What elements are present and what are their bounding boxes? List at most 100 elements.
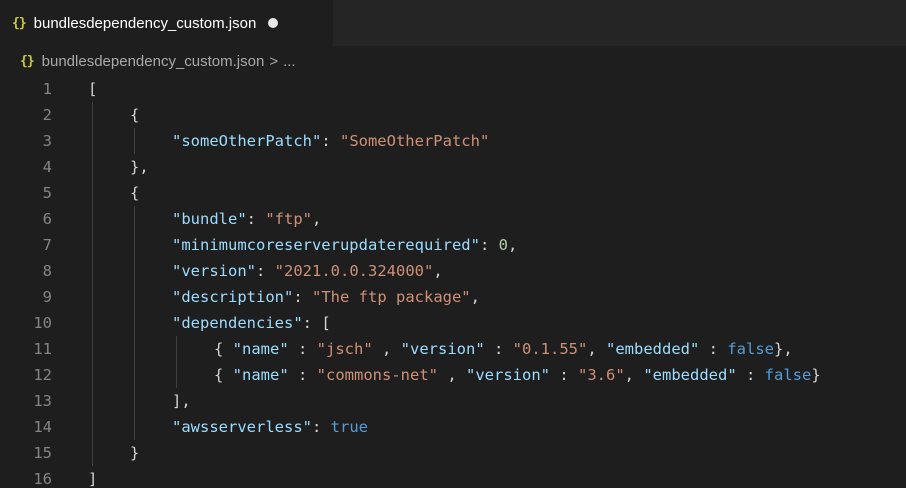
code-token: "The ftp package" <box>312 288 471 306</box>
code-token: : <box>321 132 340 150</box>
line-number: 8 <box>42 262 52 280</box>
line-number: 5 <box>42 184 52 202</box>
code-token: } <box>811 366 821 384</box>
code-token: { <box>214 340 233 358</box>
line-number: 15 <box>33 444 52 462</box>
code-line[interactable]: 16] <box>0 466 906 488</box>
indent-guide <box>134 128 135 154</box>
code-token: : <box>550 366 578 384</box>
code-token: [ <box>88 80 98 98</box>
line-number: 10 <box>33 314 52 332</box>
code-text: }, <box>130 154 149 180</box>
code-token: ], <box>172 392 191 410</box>
unsaved-changes-dot[interactable] <box>268 18 279 28</box>
code-token: "embedded" <box>643 366 737 384</box>
indent-guide <box>176 336 177 388</box>
code-token: : <box>311 418 331 436</box>
code-token: : <box>479 236 499 254</box>
code-token: "ftp" <box>265 210 312 228</box>
code-text: [ <box>88 76 97 102</box>
code-token: "jsch" <box>316 340 373 358</box>
code-token: "name" <box>232 366 289 384</box>
code-token: : [ <box>302 314 331 332</box>
code-token: { <box>130 106 140 124</box>
code-token: }, <box>774 340 793 358</box>
code-token: "description" <box>172 288 294 306</box>
code-line[interactable]: 6 "bundle": "ftp", <box>0 206 906 232</box>
breadcrumb-separator: > <box>269 52 279 70</box>
code-token: "3.6" <box>578 366 625 384</box>
code-token: "embedded" <box>606 340 700 358</box>
code-token: }, <box>130 158 149 176</box>
code-text: "dependencies": [ <box>172 310 331 336</box>
json-icon: {} <box>12 15 27 31</box>
code-token: "someOtherPatch" <box>172 132 322 150</box>
code-token: "version" <box>172 262 256 280</box>
code-text: "awsserverless": true <box>172 414 368 440</box>
code-line[interactable]: 13], <box>0 388 906 414</box>
code-line[interactable]: 2{ <box>0 102 906 128</box>
code-text: ] <box>88 466 97 488</box>
code-token: : <box>288 340 317 358</box>
code-text: } <box>130 440 139 466</box>
code-token: "2021.0.0.324000" <box>274 262 434 280</box>
code-line[interactable]: 10 "dependencies": [ <box>0 310 906 336</box>
code-token: "minimumcoreserverupdaterequired" <box>172 236 480 254</box>
code-token: } <box>130 444 140 462</box>
code-token: : <box>256 262 275 280</box>
line-number: 16 <box>33 470 52 488</box>
code-line[interactable]: 12 { "name" : "commons-net" , "version" :… <box>0 362 906 388</box>
code-token: : <box>699 340 728 358</box>
line-number: 3 <box>42 132 52 150</box>
line-number: 2 <box>42 106 52 124</box>
line-number: 1 <box>42 80 52 98</box>
code-token: 0 <box>498 236 508 254</box>
code-editor[interactable]: 1[2{3 "someOtherPatch": "SomeOtherPatch" 4… <box>0 76 906 488</box>
json-icon: {} <box>20 53 35 69</box>
code-line[interactable]: 14 "awsserverless": true <box>0 414 906 440</box>
code-token: , <box>470 288 480 306</box>
code-line[interactable]: 5{ <box>0 180 906 206</box>
code-line[interactable]: 15} <box>0 440 906 466</box>
tab-bar: {} bundlesdependency_custom.json <box>0 0 906 46</box>
code-token: "0.1.55" <box>512 340 588 358</box>
breadcrumb-more[interactable]: ... <box>283 53 296 70</box>
code-line[interactable]: 7 "minimumcoreserverupdaterequired": 0, <box>0 232 906 258</box>
code-token: , <box>312 210 322 228</box>
tab-title: bundlesdependency_custom.json <box>33 14 257 32</box>
code-line[interactable]: 8 "version": "2021.0.0.324000", <box>0 258 906 284</box>
code-token: "name" <box>232 340 289 358</box>
code-token: , <box>372 340 401 358</box>
code-token: , <box>433 262 443 280</box>
code-token: : <box>736 366 765 384</box>
code-text: "minimumcoreserverupdaterequired": 0, <box>172 232 517 258</box>
line-number: 7 <box>42 236 52 254</box>
code-token: : <box>288 366 317 384</box>
code-line[interactable]: 1[ <box>0 76 906 102</box>
code-token: true <box>330 418 368 436</box>
code-line[interactable]: 9 "description": "The ftp package", <box>0 284 906 310</box>
line-number: 4 <box>42 158 52 176</box>
code-line[interactable]: 11 { "name" : "jsch" , "version" : "0.1.5… <box>0 336 906 362</box>
code-text: { "name" : "jsch" , "version" : "0.1.55"… <box>214 336 793 362</box>
code-line[interactable]: 4}, <box>0 154 906 180</box>
code-text: "description": "The ftp package", <box>172 284 480 310</box>
code-token: "awsserverless" <box>172 418 312 436</box>
indent-guide <box>92 102 93 466</box>
code-token: : <box>293 288 312 306</box>
code-token: { <box>214 366 233 384</box>
code-token: "version" <box>400 340 485 358</box>
code-token: false <box>727 340 774 358</box>
breadcrumb-file[interactable]: bundlesdependency_custom.json <box>42 53 265 70</box>
code-token: "commons-net" <box>316 366 438 384</box>
line-number: 6 <box>42 210 52 228</box>
code-line[interactable]: 3 "someOtherPatch": "SomeOtherPatch" <box>0 128 906 154</box>
indent-guide <box>134 206 135 440</box>
line-number: 13 <box>33 392 52 410</box>
line-number: 12 <box>33 366 52 384</box>
code-token: , <box>587 340 606 358</box>
code-token: "dependencies" <box>172 314 303 332</box>
tab-bundlesdependency-custom-json[interactable]: {} bundlesdependency_custom.json <box>0 0 333 46</box>
code-token: , <box>507 236 518 254</box>
code-token: false <box>764 366 812 384</box>
